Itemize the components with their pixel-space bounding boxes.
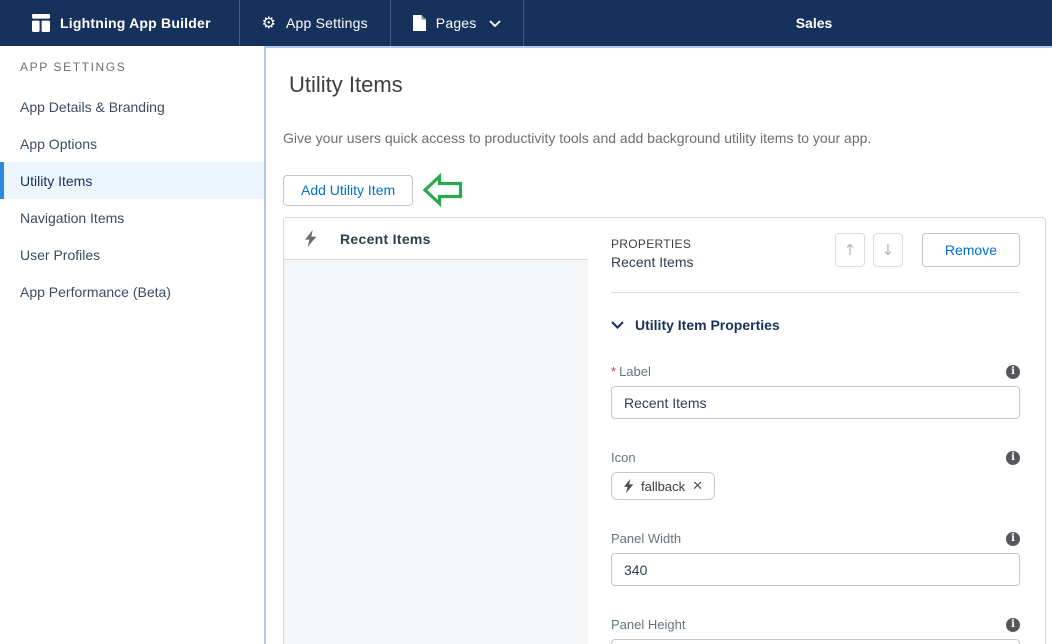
utility-item-row-recent-items[interactable]: Recent Items bbox=[284, 218, 588, 260]
properties-header-text: PROPERTIES Recent Items bbox=[611, 230, 693, 270]
nav-pages-dropdown[interactable]: Pages bbox=[391, 0, 524, 46]
properties-kicker: PROPERTIES bbox=[611, 237, 693, 251]
utility-item-properties-section-toggle[interactable]: Utility Item Properties bbox=[611, 317, 1020, 333]
panel-height-input[interactable] bbox=[611, 639, 1020, 644]
sidebar-item-app-options[interactable]: App Options bbox=[0, 125, 264, 162]
nav-app-settings-label: App Settings bbox=[286, 15, 368, 31]
properties-selected-item: Recent Items bbox=[611, 254, 693, 270]
move-down-button[interactable]: ↓ bbox=[873, 233, 903, 267]
sidebar-item-user-profiles[interactable]: User Profiles bbox=[0, 236, 264, 273]
page-icon bbox=[413, 15, 426, 31]
add-utility-row: Add Utility Item bbox=[283, 173, 1052, 207]
sidebar-item-navigation-items[interactable]: Navigation Items bbox=[0, 199, 264, 236]
info-icon[interactable]: i bbox=[1006, 532, 1020, 546]
move-up-button[interactable]: ↑ bbox=[835, 233, 865, 267]
sidebar-item-app-performance[interactable]: App Performance (Beta) bbox=[0, 273, 264, 310]
chevron-down-icon bbox=[611, 321, 624, 329]
page-title: Utility Items bbox=[283, 72, 1052, 98]
label-field-group: *Label i bbox=[611, 364, 1020, 419]
label-field-label: *Label bbox=[611, 364, 651, 379]
info-icon[interactable]: i bbox=[1006, 365, 1020, 379]
add-utility-item-button[interactable]: Add Utility Item bbox=[283, 175, 413, 206]
arrow-up-icon: ↑ bbox=[844, 241, 857, 259]
section-title: Utility Item Properties bbox=[635, 317, 780, 333]
app-builder-icon bbox=[32, 14, 50, 32]
sidebar-item-utility-items[interactable]: Utility Items bbox=[0, 162, 264, 199]
required-marker: * bbox=[611, 364, 616, 379]
icon-chip[interactable]: fallback ✕ bbox=[611, 472, 715, 500]
remove-button[interactable]: Remove bbox=[922, 233, 1020, 267]
close-icon[interactable]: ✕ bbox=[692, 480, 703, 493]
lightning-bolt-icon bbox=[623, 479, 634, 493]
green-arrow-annotation-icon bbox=[422, 173, 463, 207]
info-icon[interactable]: i bbox=[1006, 618, 1020, 632]
panel-width-input[interactable] bbox=[611, 553, 1020, 586]
sidebar-heading: APP SETTINGS bbox=[0, 60, 264, 74]
utility-item-row-label: Recent Items bbox=[340, 231, 431, 247]
icon-chip-label: fallback bbox=[641, 479, 685, 494]
arrow-down-icon: ↓ bbox=[882, 241, 895, 259]
label-input[interactable] bbox=[611, 386, 1020, 419]
utility-items-panel: Recent Items PROPERTIES Recent Items ↑ ↓… bbox=[283, 217, 1046, 644]
properties-divider bbox=[611, 292, 1020, 293]
info-icon[interactable]: i bbox=[1006, 451, 1020, 465]
nav-pages-label: Pages bbox=[436, 15, 477, 31]
gear-icon: ⚙ bbox=[262, 15, 276, 31]
lightning-bolt-icon bbox=[304, 230, 317, 247]
icon-field-group: Icon i fallback ✕ bbox=[611, 450, 1020, 500]
top-nav-bar: Lightning App Builder ⚙ App Settings Pag… bbox=[0, 0, 1052, 46]
properties-actions: ↑ ↓ Remove bbox=[835, 233, 1020, 267]
properties-pane: PROPERTIES Recent Items ↑ ↓ Remove Utili… bbox=[588, 218, 1045, 644]
sidebar: APP SETTINGS App Details & Branding App … bbox=[0, 46, 266, 644]
properties-header: PROPERTIES Recent Items ↑ ↓ Remove bbox=[611, 230, 1020, 270]
chevron-down-icon bbox=[489, 20, 501, 27]
icon-field-label: Icon bbox=[611, 450, 636, 465]
utility-item-list: Recent Items bbox=[284, 218, 588, 644]
nav-brand[interactable]: Lightning App Builder bbox=[0, 0, 240, 46]
utility-item-list-body bbox=[284, 260, 588, 644]
current-app-name: Sales bbox=[796, 15, 833, 31]
nav-app-settings[interactable]: ⚙ App Settings bbox=[240, 0, 391, 46]
nav-brand-label: Lightning App Builder bbox=[60, 15, 211, 31]
main-content: Utility Items Give your users quick acce… bbox=[266, 46, 1052, 644]
sidebar-nav: App Details & Branding App Options Utili… bbox=[0, 88, 264, 310]
panel-width-field-group: Panel Width i bbox=[611, 531, 1020, 586]
panel-height-field-label: Panel Height bbox=[611, 617, 685, 632]
panel-height-field-group: Panel Height i bbox=[611, 617, 1020, 644]
sidebar-item-app-details-branding[interactable]: App Details & Branding bbox=[0, 88, 264, 125]
page-description: Give your users quick access to producti… bbox=[283, 130, 1052, 146]
panel-width-field-label: Panel Width bbox=[611, 531, 681, 546]
